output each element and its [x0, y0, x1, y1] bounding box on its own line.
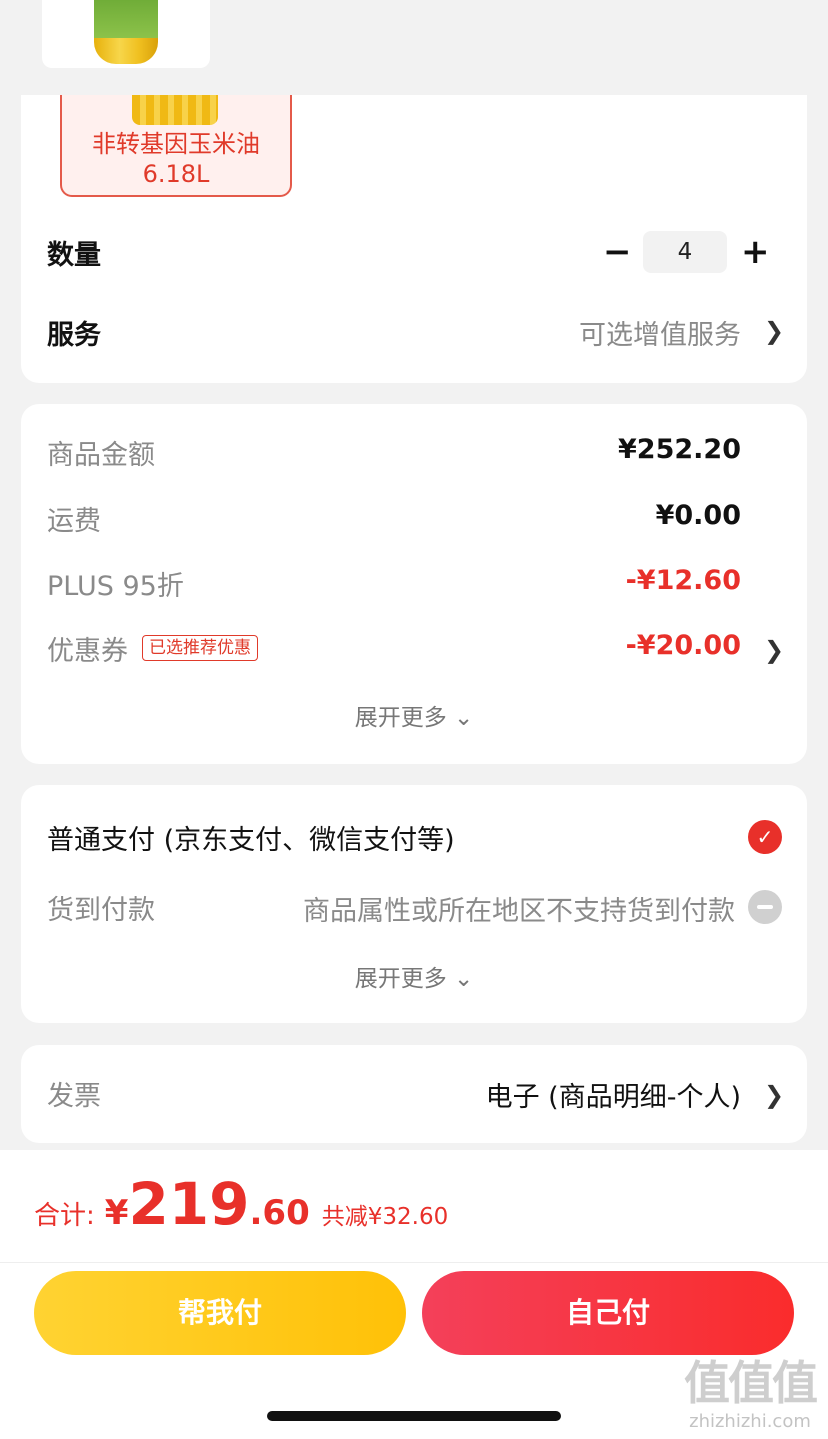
quantity-label: 数量	[47, 239, 101, 271]
shipping-value: ¥0.00	[655, 500, 741, 531]
chevron-right-icon[interactable]: ❯	[764, 1081, 784, 1109]
quantity-minus-button[interactable]: −	[603, 232, 632, 272]
product-thumbnail[interactable]	[42, 0, 210, 68]
plus-discount-value: -¥12.60	[625, 565, 741, 596]
total-currency: ¥	[104, 1193, 129, 1233]
quantity-plus-button[interactable]: +	[741, 232, 770, 272]
invoice-card[interactable]: 发票 电子 (商品明细-个人) ❯	[21, 1045, 807, 1143]
watermark-logo: 值值值	[684, 1356, 818, 1410]
self-pay-button[interactable]: 自己付	[422, 1271, 794, 1355]
expand-more-price[interactable]: 展开更多 ⌄	[21, 698, 807, 732]
price-card: 商品金额 ¥252.20 运费 ¥0.00 PLUS 95折 -¥12.60 优…	[21, 404, 807, 764]
footer-divider	[0, 1262, 828, 1263]
home-indicator	[267, 1411, 561, 1421]
chevron-right-icon[interactable]: ❯	[764, 317, 784, 345]
payment-normal-row[interactable]: 普通支付 (京东支付、微信支付等)	[47, 817, 781, 857]
shipping-label: 运费	[47, 505, 101, 537]
payment-cod-label: 货到付款	[47, 894, 155, 926]
service-value[interactable]: 可选增值服务	[579, 313, 741, 352]
expand-more-payment[interactable]: 展开更多 ⌄	[21, 959, 807, 993]
saved-amount: 共减¥32.60	[321, 1204, 449, 1230]
total-integer: 219	[128, 1170, 250, 1238]
total-summary: 合计: ¥ 219 .60 共减¥32.60	[34, 1170, 448, 1238]
coupon-tag-badge: 已选推荐优惠	[142, 635, 258, 661]
variant-label: 非转基因玉米油 6.18L	[92, 130, 260, 188]
plus-discount-label: PLUS 95折	[47, 570, 184, 602]
total-label: 合计:	[34, 1201, 95, 1231]
help-pay-button[interactable]: 帮我付	[34, 1271, 406, 1355]
minus-circle-icon	[748, 890, 782, 924]
chevron-right-icon[interactable]: ❯	[764, 636, 784, 664]
payment-card: 普通支付 (京东支付、微信支付等) ✓ 货到付款 商品属性或所在地区不支持货到付…	[21, 785, 807, 1023]
product-card: 非转基因玉米油 6.18L 数量 − 4 + 服务 可选增值服务 ❯	[21, 95, 807, 383]
check-circle-icon[interactable]: ✓	[748, 820, 782, 854]
watermark-url: zhizhizhi.com	[689, 1411, 811, 1432]
payment-cod-note: 商品属性或所在地区不支持货到付款	[303, 896, 735, 927]
invoice-label: 发票	[47, 1080, 101, 1112]
bottle-label-image	[94, 0, 158, 38]
total-decimal: .60	[249, 1193, 310, 1233]
payment-normal-label: 普通支付 (京东支付、微信支付等)	[47, 824, 455, 856]
watermark: 值值值 zhizhizhi.com	[680, 1356, 820, 1434]
variant-bottle-image	[132, 95, 218, 125]
service-label: 服务	[47, 319, 101, 351]
invoice-value[interactable]: 电子 (商品明细-个人)	[486, 1075, 741, 1114]
quantity-input[interactable]: 4	[643, 231, 727, 273]
coupon-label: 优惠券	[47, 635, 128, 667]
variant-chip-selected[interactable]: 非转基因玉米油 6.18L	[60, 95, 292, 197]
coupon-value[interactable]: -¥20.00	[626, 630, 741, 661]
goods-amount-value: ¥252.20	[618, 434, 741, 465]
goods-amount-label: 商品金额	[47, 439, 155, 471]
